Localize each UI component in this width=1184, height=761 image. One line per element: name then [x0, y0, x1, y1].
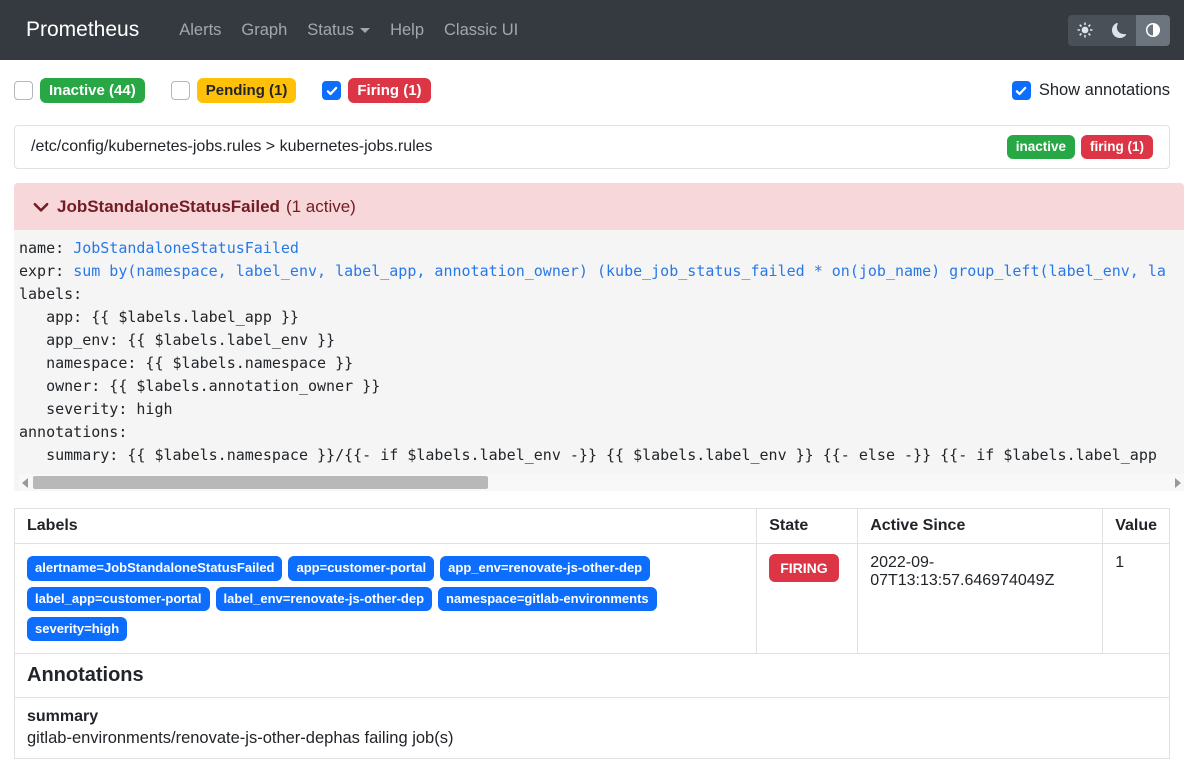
circle-half-icon [1145, 22, 1161, 38]
firing-state-badge: FIRING [769, 554, 838, 582]
rule-line-name: name: JobStandaloneStatusFailed [19, 237, 1184, 260]
rule-line: app_env: {{ $labels.label_env }} [19, 329, 1184, 352]
theme-toggle-group [1068, 15, 1170, 46]
label-badge: label_env=renovate-js-other-dep [216, 587, 432, 611]
active-since-column-header: Active Since [858, 509, 1103, 544]
show-annotations-checkbox[interactable] [1012, 81, 1031, 100]
rule-line: app: {{ $labels.label_app }} [19, 306, 1184, 329]
check-icon [326, 85, 338, 97]
label-badge: app_env=renovate-js-other-dep [440, 556, 650, 580]
state-column-header: State [757, 509, 858, 544]
labels-column-header: Labels [15, 509, 757, 544]
alert-rule-definition: name: JobStandaloneStatusFailed expr: su… [14, 230, 1184, 491]
rule-expr-link[interactable]: sum by(namespace, label_env, label_app, … [73, 262, 1166, 280]
yaml-key: name: [19, 239, 73, 257]
labels-cell: alertname=JobStandaloneStatusFailed app=… [15, 544, 757, 654]
inactive-filter-badge[interactable]: Inactive (44) [40, 78, 145, 103]
annotation-cell: summary gitlab-environments/renovate-js-… [15, 698, 1170, 759]
rule-group-title: /etc/config/kubernetes-jobs.rules > kube… [31, 138, 433, 156]
alerts-page: Inactive (44) Pending (1) Firing (1) Sho… [0, 78, 1184, 759]
label-badge: label_app=customer-portal [27, 587, 210, 611]
pending-filter-checkbox[interactable] [171, 81, 190, 100]
chevron-down-icon [360, 28, 370, 33]
nav-item-status[interactable]: Status [297, 13, 380, 48]
firing-count-badge: firing (1) [1081, 135, 1153, 159]
firing-filter-checkbox[interactable] [322, 81, 341, 100]
alert-instances-table: Labels State Active Since Value alertnam… [14, 508, 1170, 654]
scrollbar-thumb[interactable] [33, 476, 488, 489]
value-cell: 1 [1103, 544, 1170, 654]
inactive-count-badge: inactive [1007, 135, 1075, 159]
value-column-header: Value [1103, 509, 1170, 544]
nav-item-status-label: Status [307, 21, 354, 39]
firing-filter: Firing (1) [322, 78, 430, 103]
rule-line: owner: {{ $labels.annotation_owner }} [19, 375, 1184, 398]
table-row: alertname=JobStandaloneStatusFailed app=… [15, 544, 1170, 654]
label-badge: alertname=JobStandaloneStatusFailed [27, 556, 282, 580]
rule-group-card: /etc/config/kubernetes-jobs.rules > kube… [14, 125, 1170, 169]
pending-filter-badge[interactable]: Pending (1) [197, 78, 297, 103]
label-badge: app=customer-portal [288, 556, 434, 580]
navbar: Prometheus Alerts Graph Status Help Clas… [0, 0, 1184, 60]
rule-line-expr: expr: sum by(namespace, label_env, label… [19, 260, 1184, 283]
check-icon [1015, 85, 1027, 97]
show-annotations-label: Show annotations [1039, 81, 1170, 100]
alert-accordion: JobStandaloneStatusFailed (1 active) nam… [14, 183, 1184, 491]
active-since-cell: 2022-09-07T13:13:57.646974049Z [858, 544, 1103, 654]
dark-theme-button[interactable] [1102, 15, 1136, 46]
light-theme-button[interactable] [1068, 15, 1102, 46]
inactive-filter: Inactive (44) [14, 78, 145, 103]
rule-group-badges: inactive firing (1) [1007, 135, 1153, 159]
rule-line: namespace: {{ $labels.namespace }} [19, 352, 1184, 375]
annotations-title: Annotations [15, 654, 1170, 698]
table-header-row: Labels State Active Since Value [15, 509, 1170, 544]
inactive-filter-checkbox[interactable] [14, 81, 33, 100]
annotation-row: summary gitlab-environments/renovate-js-… [15, 698, 1170, 759]
label-badge: namespace=gitlab-environments [438, 587, 657, 611]
scroll-left-icon[interactable] [22, 478, 28, 488]
annotations-table: Annotations summary gitlab-environments/… [14, 653, 1170, 759]
rule-line: labels: [19, 283, 1184, 306]
moon-icon [1112, 23, 1127, 38]
nav-links: Alerts Graph Status Help Classic UI [169, 13, 1068, 48]
firing-filter-badge[interactable]: Firing (1) [348, 78, 430, 103]
annotation-name: summary [27, 708, 1157, 726]
nav-item-classic-ui[interactable]: Classic UI [434, 13, 528, 48]
code-horizontal-scrollbar[interactable] [19, 474, 1184, 491]
sun-icon [1077, 22, 1093, 38]
auto-theme-button[interactable] [1136, 15, 1170, 46]
state-cell: FIRING [757, 544, 858, 654]
alert-name: JobStandaloneStatusFailed [57, 197, 280, 217]
alert-state-filters: Inactive (44) Pending (1) Firing (1) Sho… [14, 78, 1170, 103]
alert-active-count: (1 active) [286, 197, 356, 217]
nav-item-help[interactable]: Help [380, 13, 434, 48]
rule-name-link[interactable]: JobStandaloneStatusFailed [73, 239, 299, 257]
rule-line: annotations: [19, 421, 1184, 444]
chevron-down-icon [32, 198, 50, 216]
nav-item-graph[interactable]: Graph [231, 13, 297, 48]
nav-item-alerts[interactable]: Alerts [169, 13, 231, 48]
scroll-right-icon[interactable] [1175, 478, 1181, 488]
annotation-value: gitlab-environments/renovate-js-other-de… [27, 729, 1157, 748]
app-brand[interactable]: Prometheus [26, 18, 139, 42]
label-badge: severity=high [27, 617, 127, 641]
rule-line: severity: high [19, 398, 1184, 421]
yaml-key: expr: [19, 262, 73, 280]
rule-line: summary: {{ $labels.namespace }}/{{- if … [19, 444, 1184, 467]
show-annotations-toggle: Show annotations [1012, 81, 1170, 100]
pending-filter: Pending (1) [171, 78, 297, 103]
alert-accordion-header[interactable]: JobStandaloneStatusFailed (1 active) [14, 183, 1184, 230]
annotations-header-row: Annotations [15, 654, 1170, 698]
